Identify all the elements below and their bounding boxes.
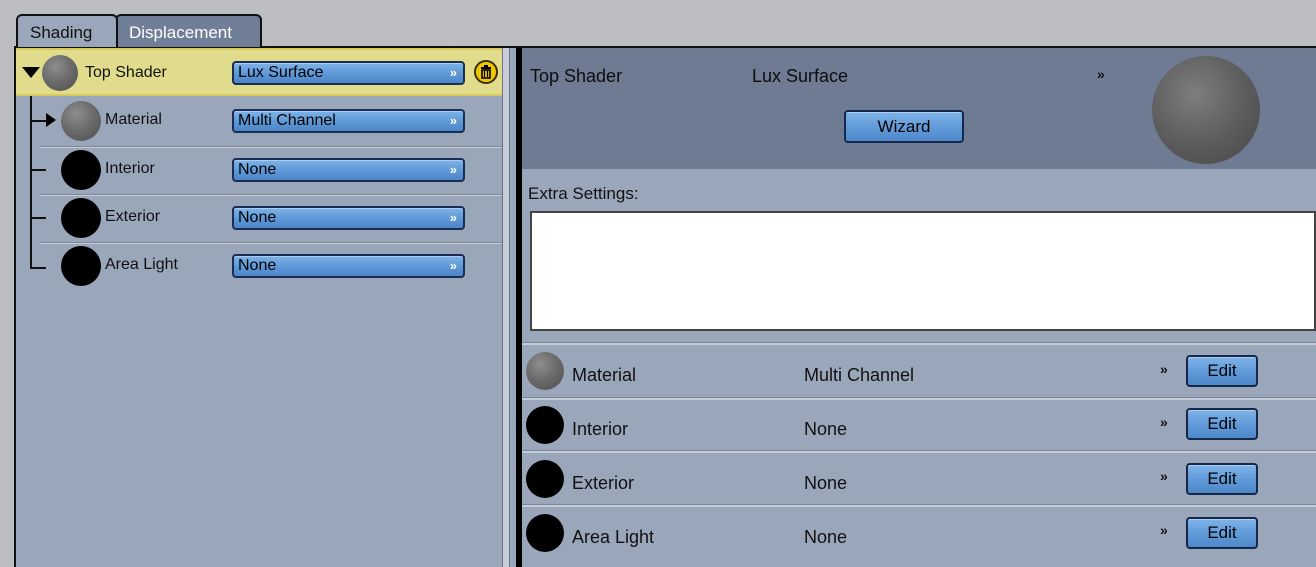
shader-tree-panel: Top Shader Lux Surface » Material Multi … [16, 48, 502, 567]
material-preview-ball-icon [61, 101, 101, 141]
top-shader-type-dropdown[interactable]: Lux Surface » [232, 61, 465, 85]
shader-preview-ball-icon [42, 55, 78, 91]
tree-label-exterior: Exterior [105, 208, 161, 225]
chevron-down-icon: » [449, 65, 457, 80]
property-label: Material [572, 365, 637, 385]
property-row-interior: Interior None » Edit [522, 400, 1316, 452]
dropdown-value: None [238, 257, 277, 274]
chevron-down-icon[interactable]: » [1160, 522, 1168, 538]
tree-label-top-shader: Top Shader [85, 64, 167, 81]
tab-displacement[interactable]: Displacement [115, 14, 262, 47]
tree-label-material: Material [105, 111, 162, 128]
chevron-down-icon[interactable]: » [1097, 66, 1105, 82]
exterior-preview-ball-icon [61, 198, 101, 238]
chevron-down-icon: » [449, 113, 457, 128]
property-row-area-light: Area Light None » Edit [522, 507, 1316, 559]
tree-row-exterior[interactable]: Exterior None » [16, 196, 502, 244]
material-ball-icon [526, 352, 564, 390]
property-label: Exterior [572, 473, 635, 493]
shader-details-panel: Top Shader Lux Surface » Wizard Extra Se… [522, 48, 1316, 567]
area-light-preview-ball-icon [61, 246, 101, 286]
property-row-exterior: Exterior None » Edit [522, 453, 1316, 505]
shader-type-value[interactable]: Lux Surface [752, 66, 848, 87]
dropdown-value: Multi Channel [238, 112, 336, 129]
collapse-triangle-icon[interactable] [22, 67, 40, 78]
property-row-material: Material Multi Channel » Edit [522, 345, 1316, 397]
shader-title: Top Shader [530, 66, 623, 86]
interior-preview-ball-icon [61, 150, 101, 190]
extra-settings-textarea[interactable] [530, 211, 1316, 331]
property-value[interactable]: None [804, 527, 847, 548]
material-edit-button[interactable]: Edit [1186, 355, 1258, 387]
dropdown-value: None [238, 161, 277, 178]
extra-settings-label: Extra Settings: [528, 184, 639, 203]
chevron-down-icon[interactable]: » [1160, 361, 1168, 377]
dropdown-value: None [238, 209, 277, 226]
chevron-down-icon: » [449, 210, 457, 225]
expand-arrow-icon[interactable] [46, 113, 56, 127]
interior-edit-button[interactable]: Edit [1186, 408, 1258, 440]
property-label: Interior [572, 419, 629, 439]
chevron-down-icon: » [449, 258, 457, 273]
interior-ball-icon [526, 406, 564, 444]
property-value[interactable]: Multi Channel [804, 365, 914, 386]
tree-row-material[interactable]: Material Multi Channel » [16, 96, 502, 144]
wizard-button[interactable]: Wizard [844, 110, 964, 143]
tree-row-area-light[interactable]: Area Light None » [16, 244, 502, 292]
area-light-ball-icon [526, 514, 564, 552]
exterior-dropdown[interactable]: None » [232, 206, 465, 230]
chevron-down-icon: » [449, 162, 457, 177]
tree-row-top-shader[interactable]: Top Shader Lux Surface » [16, 48, 502, 96]
tree-label-interior: Interior [105, 160, 155, 177]
tab-shading[interactable]: Shading [16, 14, 118, 47]
interior-dropdown[interactable]: None » [232, 158, 465, 182]
exterior-ball-icon [526, 460, 564, 498]
property-label: Area Light [572, 527, 655, 547]
tree-row-interior[interactable]: Interior None » [16, 148, 502, 196]
chevron-down-icon[interactable]: » [1160, 468, 1168, 484]
shader-preview-sphere [1152, 56, 1260, 164]
property-value[interactable]: None [804, 473, 847, 494]
chevron-down-icon[interactable]: » [1160, 414, 1168, 430]
shader-header: Top Shader Lux Surface » Wizard [522, 48, 1316, 169]
property-value[interactable]: None [804, 419, 847, 440]
area-light-edit-button[interactable]: Edit [1186, 517, 1258, 549]
panel-splitter[interactable] [502, 48, 510, 567]
area-light-dropdown[interactable]: None » [232, 254, 465, 278]
exterior-edit-button[interactable]: Edit [1186, 463, 1258, 495]
material-dropdown[interactable]: Multi Channel » [232, 109, 465, 133]
dropdown-value: Lux Surface [238, 64, 324, 81]
trash-icon[interactable] [474, 60, 498, 84]
tree-label-area-light: Area Light [105, 256, 178, 273]
